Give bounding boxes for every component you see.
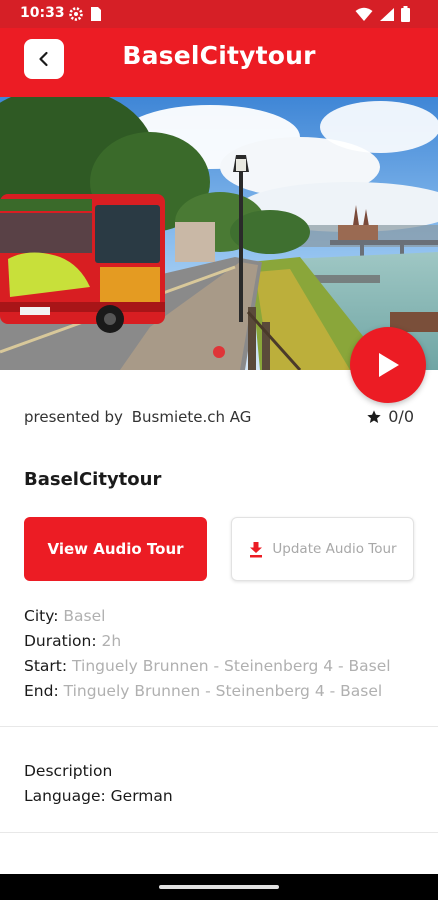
presenter-name[interactable]: Busmiete.ch AG [132,408,252,426]
description-heading: Description [24,762,113,780]
view-audio-tour-label: View Audio Tour [47,540,184,558]
star-icon [367,409,381,423]
tour-name: BaselCitytour [24,469,162,490]
play-icon [379,353,399,377]
rating-value: 0/0 [388,407,414,426]
status-right-icons [355,6,410,22]
system-nav-bar [0,874,438,900]
start-value: Tinguely Brunnen - Steinenberg 4 - Basel [72,657,391,675]
app-bar: BaselCitytour [0,28,438,97]
update-audio-tour-label: Update Audio Tour [272,541,397,557]
play-button[interactable] [350,327,426,403]
wifi-icon [355,7,373,21]
home-gesture-handle[interactable] [159,885,279,889]
start-label: Start: [24,657,68,675]
presenter-prefix: presented by [24,408,123,426]
duration-row: Duration: 2h [24,632,121,650]
signal-icon [380,7,394,21]
language-line: Language: German [24,787,173,805]
divider [0,726,438,727]
view-audio-tour-button[interactable]: View Audio Tour [24,517,207,581]
divider [0,832,438,833]
start-row: Start: Tinguely Brunnen - Steinenberg 4 … [24,657,391,675]
status-left-icons [68,6,102,22]
duration-label: Duration: [24,632,97,650]
status-time: 10:33 [20,5,65,21]
city-value: Basel [63,607,106,625]
presenter-line: presented by Busmiete.ch AG [24,408,251,426]
city-label: City: [24,607,59,625]
city-row: City: Basel [24,607,105,625]
rating: 0/0 [366,407,414,426]
battery-icon [401,6,410,22]
update-audio-tour-button[interactable]: Update Audio Tour [231,517,414,581]
page-title: BaselCitytour [122,41,316,70]
sim-card-icon [91,7,101,21]
end-row: End: Tinguely Brunnen - Steinenberg 4 - … [24,682,382,700]
end-label: End: [24,682,59,700]
status-bar: 10:33 [0,0,438,28]
duration-value: 2h [101,632,122,650]
download-icon [250,541,263,557]
end-value: Tinguely Brunnen - Steinenberg 4 - Basel [63,682,383,700]
carousel-dot[interactable] [213,346,225,358]
gear-icon [69,7,83,21]
